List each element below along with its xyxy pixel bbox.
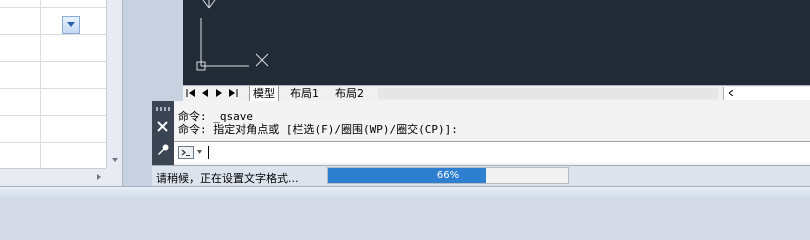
command-prompt-icon[interactable]: [178, 146, 194, 159]
property-horizontal-scrollbar[interactable]: [0, 168, 106, 186]
command-window: 命令: _qsave 命令: 指定对角点或 [栏选(F)/圈围(WP)/圈交(C…: [152, 101, 810, 165]
property-panel: [0, 0, 122, 186]
property-dropdown-button[interactable]: [62, 16, 80, 34]
command-history-line: 命令: 指定对角点或 [栏选(F)/圈围(WP)/圈交(CP)]:: [178, 123, 458, 136]
command-history: 命令: _qsave 命令: 指定对角点或 [栏选(F)/圈围(WP)/圈交(C…: [178, 110, 806, 136]
property-grid: [0, 0, 106, 168]
next-tab-icon[interactable]: [213, 87, 225, 99]
wrench-icon[interactable]: [156, 143, 170, 157]
grid-row-line: [0, 115, 106, 116]
grid-column-line: [40, 0, 41, 168]
drawing-canvas[interactable]: [183, 0, 810, 85]
chevron-down-icon[interactable]: [197, 150, 202, 154]
ucs-icon: [196, 0, 269, 71]
layout-tab-bar: 模型 布局1 布局2: [183, 85, 810, 101]
command-input[interactable]: [174, 141, 810, 163]
last-tab-icon[interactable]: [227, 87, 239, 99]
panel-divider[interactable]: [122, 0, 152, 186]
property-vertical-scrollbar[interactable]: [106, 0, 122, 168]
canvas-horizontal-scrollbar[interactable]: [723, 87, 810, 100]
grid-row-line: [0, 61, 106, 62]
grid-row-line: [0, 88, 106, 89]
first-tab-icon[interactable]: [185, 87, 197, 99]
text-cursor: [208, 146, 209, 159]
progress-bar: 66%: [327, 167, 569, 184]
taskbar-strip: [0, 186, 810, 200]
command-window-sidebar: [152, 101, 174, 165]
close-icon[interactable]: [157, 121, 168, 132]
grid-row-line: [0, 142, 106, 143]
scrollbar-corner: [106, 168, 122, 186]
chevron-down-icon: [67, 22, 75, 27]
canvas-frame: [152, 0, 183, 101]
scroll-down-arrow-icon[interactable]: [107, 152, 123, 168]
grid-row-line: [0, 7, 106, 8]
previous-tab-icon[interactable]: [199, 87, 211, 99]
scroll-left-arrow-icon[interactable]: [729, 90, 733, 96]
status-bar: 请稍候，正在设置文字格式... 66%: [152, 165, 810, 186]
scroll-right-arrow-icon[interactable]: [94, 172, 104, 182]
tab-model[interactable]: 模型: [249, 86, 279, 101]
progress-label: 66%: [436, 170, 460, 181]
tab-layout2[interactable]: 布局2: [332, 86, 367, 101]
tab-scroll-track[interactable]: [378, 88, 718, 99]
command-history-line: 命令: _qsave: [178, 110, 253, 123]
grid-row-line: [0, 34, 106, 35]
grip-handle-icon[interactable]: [156, 107, 170, 111]
tab-layout1[interactable]: 布局1: [287, 86, 322, 101]
status-message: 请稍候，正在设置文字格式...: [156, 172, 299, 185]
